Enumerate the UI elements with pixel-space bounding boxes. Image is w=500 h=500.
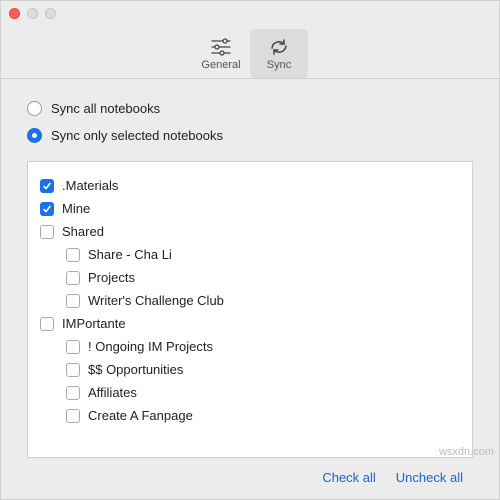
radio-icon <box>27 101 42 116</box>
checkbox-icon[interactable] <box>66 294 80 308</box>
checkbox-icon[interactable] <box>66 271 80 285</box>
notebook-shared-children: Share - Cha Li Projects Writer's Challen… <box>40 243 460 312</box>
notebook-label: Projects <box>88 270 135 285</box>
notebook-shared[interactable]: Shared <box>40 220 460 243</box>
preferences-window: General Sync Sync all notebooks Sync onl… <box>0 0 500 500</box>
radio-sync-all[interactable]: Sync all notebooks <box>27 101 473 116</box>
notebook-label: Affiliates <box>88 385 137 400</box>
notebook-affiliates[interactable]: Affiliates <box>66 381 460 404</box>
notebook-label: $$ Opportunities <box>88 362 183 377</box>
notebook-mine[interactable]: Mine <box>40 197 460 220</box>
checkbox-icon[interactable] <box>66 248 80 262</box>
notebook-label: ! Ongoing IM Projects <box>88 339 213 354</box>
titlebar <box>1 1 499 25</box>
radio-icon <box>27 128 42 143</box>
tab-sync[interactable]: Sync <box>250 29 308 78</box>
sliders-icon <box>210 37 232 57</box>
notebook-list: .Materials Mine Shared Share - Cha Li <box>27 161 473 458</box>
tab-sync-label: Sync <box>267 59 291 71</box>
notebook-label: .Materials <box>62 178 118 193</box>
notebook-opportunities[interactable]: $$ Opportunities <box>66 358 460 381</box>
notebook-projects[interactable]: Projects <box>66 266 460 289</box>
checkbox-icon[interactable] <box>40 202 54 216</box>
notebook-ongoing-im[interactable]: ! Ongoing IM Projects <box>66 335 460 358</box>
check-all-link[interactable]: Check all <box>322 470 375 485</box>
radio-sync-selected-label: Sync only selected notebooks <box>51 128 223 143</box>
tab-general-label: General <box>201 59 240 71</box>
content-area: Sync all notebooks Sync only selected no… <box>1 79 499 499</box>
notebook-label: Shared <box>62 224 104 239</box>
checkbox-icon[interactable] <box>66 363 80 377</box>
uncheck-all-link[interactable]: Uncheck all <box>396 470 463 485</box>
notebook-create-fanpage[interactable]: Create A Fanpage <box>66 404 460 427</box>
tab-general[interactable]: General <box>192 29 250 78</box>
radio-sync-selected[interactable]: Sync only selected notebooks <box>27 128 473 143</box>
checkbox-icon[interactable] <box>66 340 80 354</box>
notebook-label: Create A Fanpage <box>88 408 193 423</box>
notebook-importante[interactable]: IMPortante <box>40 312 460 335</box>
close-icon[interactable] <box>9 8 20 19</box>
notebook-label: Share - Cha Li <box>88 247 172 262</box>
checkbox-icon[interactable] <box>66 386 80 400</box>
checkbox-icon[interactable] <box>40 317 54 331</box>
notebook-label: IMPortante <box>62 316 126 331</box>
minimize-icon <box>27 8 38 19</box>
notebook-label: Mine <box>62 201 90 216</box>
notebook-writers-challenge[interactable]: Writer's Challenge Club <box>66 289 460 312</box>
footer-links: Check all Uncheck all <box>27 458 473 491</box>
checkbox-icon[interactable] <box>40 179 54 193</box>
notebook-importante-children: ! Ongoing IM Projects $$ Opportunities A… <box>40 335 460 427</box>
notebook-materials[interactable]: .Materials <box>40 174 460 197</box>
notebook-label: Writer's Challenge Club <box>88 293 224 308</box>
checkbox-icon[interactable] <box>40 225 54 239</box>
checkbox-icon[interactable] <box>66 409 80 423</box>
zoom-icon <box>45 8 56 19</box>
sync-icon <box>268 37 290 57</box>
notebook-share-cha-li[interactable]: Share - Cha Li <box>66 243 460 266</box>
radio-sync-all-label: Sync all notebooks <box>51 101 160 116</box>
toolbar: General Sync <box>1 25 499 79</box>
